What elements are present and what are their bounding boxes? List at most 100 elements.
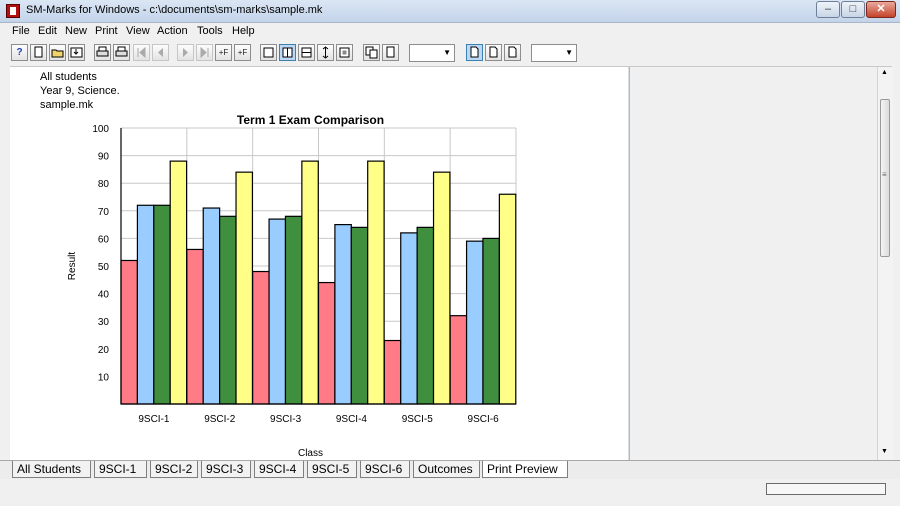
tab-9sci-3[interactable]: 9SCI-3 — [201, 461, 251, 478]
side-panel — [629, 67, 878, 460]
app-icon — [6, 4, 20, 18]
copy-icon — [365, 46, 378, 59]
new-document-icon — [34, 46, 43, 58]
tab-outcomes[interactable]: Outcomes — [413, 461, 480, 478]
next-page-icon — [183, 48, 188, 57]
tab-all-students[interactable]: All Students — [12, 461, 91, 478]
right-frame — [892, 40, 900, 460]
menu-new[interactable]: New — [65, 25, 87, 37]
print-button[interactable] — [94, 44, 111, 61]
first-page-button[interactable] — [133, 44, 150, 61]
fit-height-button[interactable] — [317, 44, 334, 61]
previous-page-button[interactable] — [152, 44, 169, 61]
layout-rows-button[interactable] — [298, 44, 315, 61]
menu-view[interactable]: View — [126, 25, 150, 37]
save-button[interactable] — [68, 44, 85, 61]
help-button[interactable]: ? — [11, 44, 28, 61]
single-page-button[interactable] — [382, 44, 399, 61]
new-document-button[interactable] — [30, 44, 47, 61]
layout-columns-button[interactable] — [279, 44, 296, 61]
x-axis-label: Class — [298, 448, 323, 459]
window-title: SM-Marks for Windows - c:\documents\sm-m… — [26, 4, 323, 16]
chevron-down-icon: ▼ — [565, 48, 573, 57]
y-tick-label: 100 — [92, 124, 109, 135]
bar — [186, 248, 204, 405]
y-tick-label: 90 — [98, 152, 110, 163]
pages-icon — [489, 46, 498, 58]
sheet-tabs: All Students 9SCI-1 9SCI-2 9SCI-3 9SCI-4… — [0, 460, 900, 479]
toolbar: ? +F +F ▼ ▼ — [0, 40, 900, 67]
menu-tools[interactable]: Tools — [197, 25, 223, 37]
first-page-icon — [137, 46, 146, 59]
first-filter-button[interactable]: +F — [215, 44, 232, 61]
open-button[interactable] — [49, 44, 66, 61]
bar — [153, 204, 171, 405]
bar — [400, 232, 418, 405]
x-tick-label: 9SCI-5 — [402, 414, 434, 425]
menu-bar: File Edit New Print View Action Tools He… — [0, 23, 900, 40]
last-filter-button[interactable]: +F — [234, 44, 251, 61]
tab-9sci-4[interactable]: 9SCI-4 — [254, 461, 304, 478]
x-tick-label: 9SCI-1 — [138, 414, 170, 425]
menu-print[interactable]: Print — [95, 25, 118, 37]
x-tick-label: 9SCI-2 — [204, 414, 236, 425]
menu-edit[interactable]: Edit — [38, 25, 57, 37]
bar — [169, 160, 188, 405]
bar — [367, 160, 385, 405]
rows-icon — [301, 47, 312, 58]
bar — [432, 171, 451, 405]
bar — [268, 218, 287, 405]
bar — [235, 171, 254, 405]
bar-chart: 10 20 30 40 50 60 70 80 90 100 9SCI-1 9SCI-2 9SCI-3 9… — [67, 113, 517, 459]
bar — [383, 339, 402, 405]
fit-page-button[interactable] — [336, 44, 353, 61]
tab-9sci-2[interactable]: 9SCI-2 — [150, 461, 198, 478]
maximize-button[interactable]: □ — [841, 1, 865, 18]
y-tick-label: 80 — [98, 179, 110, 190]
scroll-thumb[interactable]: ≡ — [880, 99, 890, 257]
bar — [334, 224, 352, 405]
vertical-scrollbar[interactable]: ▲ ≡ ▼ — [877, 67, 893, 460]
progress-indicator — [766, 483, 886, 495]
view-page-button[interactable] — [466, 44, 483, 61]
x-tick-label: 9SCI-6 — [468, 414, 500, 425]
scroll-down-icon[interactable]: ▼ — [881, 448, 888, 455]
y-tick-label: 70 — [98, 207, 110, 218]
bar — [498, 193, 517, 405]
next-page-button[interactable] — [177, 44, 194, 61]
previous-page-icon — [158, 48, 163, 57]
bar — [416, 226, 435, 405]
bar — [219, 215, 237, 405]
bar — [252, 270, 270, 405]
minimize-button[interactable]: – — [816, 1, 840, 18]
tab-print-preview[interactable]: Print Preview — [482, 461, 568, 478]
tab-9sci-1[interactable]: 9SCI-1 — [94, 461, 147, 478]
x-tick-label: 9SCI-3 — [270, 414, 302, 425]
bar — [449, 315, 468, 405]
last-page-button[interactable] — [196, 44, 213, 61]
close-button[interactable]: ✕ — [866, 1, 896, 18]
left-frame — [0, 40, 10, 460]
tab-9sci-5[interactable]: 9SCI-5 — [307, 461, 357, 478]
page-icon — [470, 46, 479, 58]
bar — [136, 204, 155, 405]
scroll-up-icon[interactable]: ▲ — [881, 69, 888, 76]
copy-button[interactable] — [363, 44, 380, 61]
open-folder-icon — [51, 49, 64, 58]
zoom-select[interactable]: ▼ — [409, 44, 455, 62]
view-two-pages-button[interactable] — [485, 44, 502, 61]
x-tick-label: 9SCI-4 — [336, 414, 368, 425]
printer-icon — [96, 46, 109, 57]
page-portrait-button[interactable] — [260, 44, 277, 61]
page-select[interactable]: ▼ — [531, 44, 577, 62]
print-preview-button[interactable] — [113, 44, 130, 61]
menu-action[interactable]: Action — [157, 25, 188, 37]
menu-file[interactable]: File — [12, 25, 30, 37]
y-tick-label: 20 — [98, 345, 110, 356]
tab-9sci-6[interactable]: 9SCI-6 — [360, 461, 410, 478]
menu-help[interactable]: Help — [232, 25, 255, 37]
fit-height-icon — [322, 46, 329, 59]
status-bar — [0, 479, 900, 506]
bar — [202, 207, 221, 405]
view-multi-page-button[interactable] — [504, 44, 521, 61]
